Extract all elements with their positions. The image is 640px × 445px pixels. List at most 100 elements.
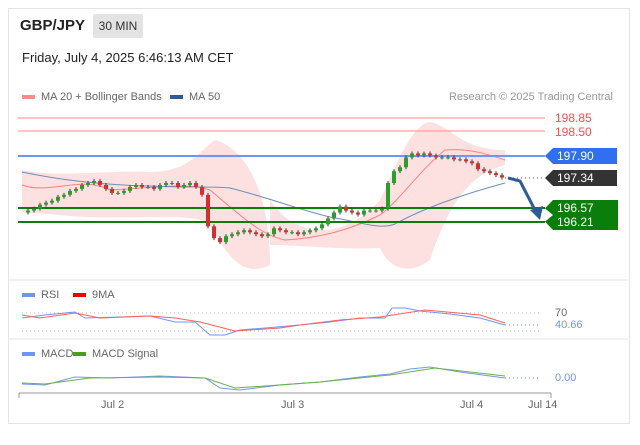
candle	[320, 224, 324, 229]
legend-9ma: 9MA	[73, 289, 115, 301]
candle	[206, 194, 210, 227]
candle	[260, 234, 264, 237]
candle	[98, 181, 102, 185]
forecast-arrow	[507, 176, 538, 213]
candle	[266, 234, 270, 237]
candle	[164, 183, 168, 185]
candle	[338, 206, 342, 213]
candle	[422, 153, 426, 156]
macd-swatch	[22, 352, 35, 357]
candle	[200, 186, 204, 195]
level-tag-197-90: 197.90	[545, 148, 617, 164]
candle	[290, 232, 294, 234]
candle	[482, 169, 486, 172]
candle	[350, 210, 354, 213]
9ma-label: 9MA	[92, 289, 115, 301]
candle	[104, 184, 108, 189]
candle	[128, 186, 132, 191]
candle	[428, 153, 432, 156]
candle	[194, 183, 198, 187]
candle	[302, 232, 306, 235]
support-tag: 196.57 196.21	[545, 200, 618, 230]
rsi-value: 40.66	[555, 319, 583, 331]
candle	[464, 159, 468, 162]
candle	[146, 186, 150, 188]
macd-signal-line	[21, 367, 506, 389]
chart-widget: GBP/JPY 30 MIN Friday, July 4, 2025 6:46…	[0, 0, 640, 445]
candle	[410, 153, 414, 158]
candle	[368, 210, 372, 212]
candle	[116, 192, 120, 194]
candle	[218, 238, 222, 243]
candle	[452, 157, 456, 160]
candle	[134, 184, 138, 187]
candle	[212, 226, 216, 239]
candle	[476, 163, 480, 170]
candle	[230, 234, 234, 237]
candle	[158, 184, 162, 189]
candle	[470, 161, 474, 164]
candle	[272, 228, 276, 235]
candle	[494, 173, 498, 176]
candle	[356, 212, 360, 215]
candle	[332, 212, 336, 219]
candle	[26, 210, 30, 213]
candle	[458, 159, 462, 161]
candle	[122, 190, 126, 193]
candle	[182, 184, 186, 187]
candle	[86, 183, 90, 185]
candle	[140, 184, 144, 187]
candle	[44, 202, 48, 205]
candle	[242, 230, 246, 233]
last-price-tag: 197.34	[545, 170, 617, 186]
candle	[224, 236, 228, 243]
legend-rsi: RSI	[22, 289, 59, 301]
x-tick-label: Jul 4	[460, 399, 484, 411]
candle	[296, 232, 300, 235]
macd-value: 0.00	[555, 372, 577, 384]
x-tick-label: Jul 14	[528, 399, 558, 411]
level-196-21: 196.21	[557, 215, 594, 229]
candle	[374, 210, 378, 212]
candle	[488, 171, 492, 174]
candle	[80, 184, 84, 189]
x-tick-label: Jul 3	[281, 399, 305, 411]
candle	[416, 153, 420, 156]
candle	[314, 228, 318, 231]
candle	[74, 188, 78, 191]
candle	[56, 196, 60, 201]
candle	[188, 183, 192, 185]
candle	[278, 228, 282, 231]
candle	[344, 206, 348, 211]
candle	[152, 186, 156, 189]
level-196-57: 196.57	[557, 201, 594, 215]
rsi-70-label: 70	[555, 307, 568, 319]
candle	[326, 218, 330, 225]
candle	[236, 232, 240, 235]
candle	[32, 208, 36, 211]
candle	[380, 208, 384, 211]
candle	[170, 183, 174, 185]
candle	[398, 167, 402, 172]
level-198-85: 198.85	[555, 111, 592, 125]
candle	[248, 230, 252, 233]
candle	[440, 157, 444, 159]
candle	[176, 183, 180, 187]
candle	[308, 230, 312, 233]
legend-macd: MACD	[22, 348, 73, 360]
candle	[284, 230, 288, 233]
candle	[404, 157, 408, 168]
candle	[446, 157, 450, 159]
candle	[110, 188, 114, 193]
rsi-swatch	[22, 293, 35, 298]
level-198-50: 198.50	[555, 125, 592, 139]
candle	[38, 204, 42, 209]
candle	[386, 183, 390, 209]
macd-label: MACD	[41, 348, 74, 360]
macd-signal-label: MACD Signal	[92, 348, 159, 360]
candle	[500, 175, 504, 178]
candle	[434, 155, 438, 158]
candle	[92, 181, 96, 184]
9ma-swatch	[73, 293, 86, 298]
candle	[68, 190, 72, 195]
